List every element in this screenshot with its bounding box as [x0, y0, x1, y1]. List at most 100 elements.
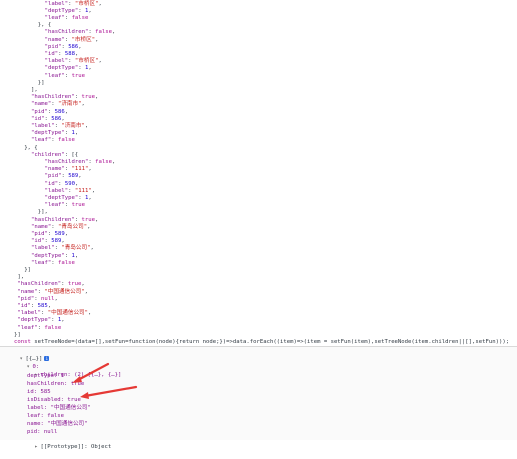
code-token: 590: [64, 180, 75, 187]
code-token: ,: [74, 252, 79, 259]
code-token: :: [58, 50, 65, 57]
code-line: "pid": 589,: [45, 173, 82, 180]
code-line: "id": 586,: [31, 116, 65, 123]
console-root-row[interactable]: ▾ [{…}] i: [6, 349, 50, 362]
console-prop-pid: pid: null: [27, 429, 58, 435]
code-token: "111": [71, 166, 89, 173]
code-token: ,: [88, 166, 92, 173]
code-line: }]: [38, 80, 45, 87]
code-token: "name": [31, 223, 52, 230]
code-line: }, {: [38, 22, 51, 29]
code-token: 589: [51, 238, 62, 245]
code-token: "leaf": [44, 202, 65, 209]
code-token: false: [57, 259, 75, 266]
code-line: "name": "111",: [45, 166, 92, 173]
code-line: "label": "111",: [45, 188, 96, 195]
code-token: true: [81, 94, 96, 101]
code-token: "label": [44, 58, 69, 65]
code-token: "label": [17, 310, 41, 317]
code-token: "id": [31, 238, 45, 245]
code-token: "deptType": [44, 194, 79, 201]
code-token: ,: [78, 43, 82, 50]
code-token: ,: [98, 58, 102, 65]
code-line: }]: [14, 332, 21, 339]
code-token: ,: [61, 238, 65, 245]
code-token: ,: [91, 187, 96, 194]
console-prop-leaf: leaf: false: [27, 413, 65, 419]
code-token: false: [57, 137, 75, 144]
code-token: true: [81, 216, 96, 223]
code-line: ],: [17, 274, 24, 281]
code-token: :: [51, 137, 58, 144]
code-token: "name": [44, 36, 65, 43]
code-token: "市桥区": [74, 58, 99, 65]
code-token: }],: [37, 209, 48, 216]
code-line: "deptType": 1,: [45, 65, 92, 72]
code-token: 586: [51, 115, 62, 122]
code-line: "id": 585,: [17, 303, 51, 310]
code-token: "leaf": [31, 259, 52, 266]
code-line: "pid": 586,: [45, 44, 82, 51]
code-token: :: [30, 302, 38, 309]
code-token: "name": [17, 288, 38, 295]
code-line: ],: [31, 87, 38, 94]
code-token: "hasChildren": [31, 94, 75, 101]
code-line: "leaf": true: [45, 202, 85, 209]
code-token: "中国通信公司": [47, 310, 89, 317]
code-token: :: [51, 259, 58, 266]
code-token: "deptType": [44, 65, 79, 72]
code-line: "label": "青岛公司",: [31, 245, 94, 252]
code-token: ,: [84, 288, 89, 295]
code-token: :: [64, 202, 72, 209]
code-token: }, {: [37, 22, 52, 29]
code-token: "id": [17, 302, 31, 309]
code-line: "leaf": false: [45, 15, 89, 22]
code-token: setTreeNode=(data=[],setFun=function(nod…: [30, 338, 510, 345]
code-token: "label": [44, 187, 69, 194]
code-token: :: [51, 101, 58, 108]
console-proto: [[Prototype]]: Object: [40, 444, 112, 451]
code-token: :: [47, 108, 55, 115]
code-token: ,: [47, 302, 52, 309]
code-line: "hasChildren": true,: [31, 217, 98, 224]
code-token: ,: [98, 0, 102, 7]
code-line: "label": "市桥区",: [45, 1, 102, 8]
code-token: ,: [74, 50, 79, 57]
code-token: ,: [61, 115, 65, 122]
code-token: :: [51, 223, 58, 230]
code-token: :: [68, 187, 75, 194]
code-line: "deptType": 1,: [45, 8, 92, 15]
console-proto-row[interactable]: ▸ [[Prototype]]: Object: [21, 437, 111, 450]
code-token: : [{: [64, 151, 79, 158]
annotation-arrow-haschildren: [72, 362, 110, 383]
code-token: "市桥区": [71, 36, 96, 43]
code-token: ,: [74, 180, 79, 187]
code-token: "deptType": [31, 130, 65, 137]
code-token: 586: [68, 43, 79, 50]
code-token: :: [61, 281, 68, 288]
code-token: "deptType": [17, 317, 52, 324]
code-token: ,: [90, 245, 94, 252]
code-line: "deptType": 1,: [17, 317, 64, 324]
code-token: const: [14, 338, 31, 345]
code-token: ,: [84, 122, 89, 129]
code-token: "pid": [44, 43, 62, 50]
code-token: ,: [88, 7, 92, 14]
code-line: "leaf": true: [45, 73, 85, 80]
code-token: ,: [61, 317, 65, 324]
code-token: :: [74, 94, 82, 101]
console-item-row[interactable]: ▾ 0:: [13, 357, 39, 370]
code-token: "leaf": [44, 14, 65, 21]
code-token: "市桥区": [74, 0, 99, 7]
code-line: "leaf": false: [17, 325, 61, 332]
code-token: "label": [31, 122, 55, 129]
code-token: ,: [87, 223, 91, 230]
code-token: ,: [74, 130, 79, 137]
code-token: "pid": [31, 230, 48, 237]
code-token: ,: [111, 158, 116, 165]
code-line: "name": "中国通信公司",: [17, 289, 88, 296]
code-token: ,: [111, 29, 116, 36]
code-token: "青岛公司": [57, 223, 88, 230]
code-token: "children": [31, 151, 65, 158]
code-token: ,: [81, 281, 85, 288]
